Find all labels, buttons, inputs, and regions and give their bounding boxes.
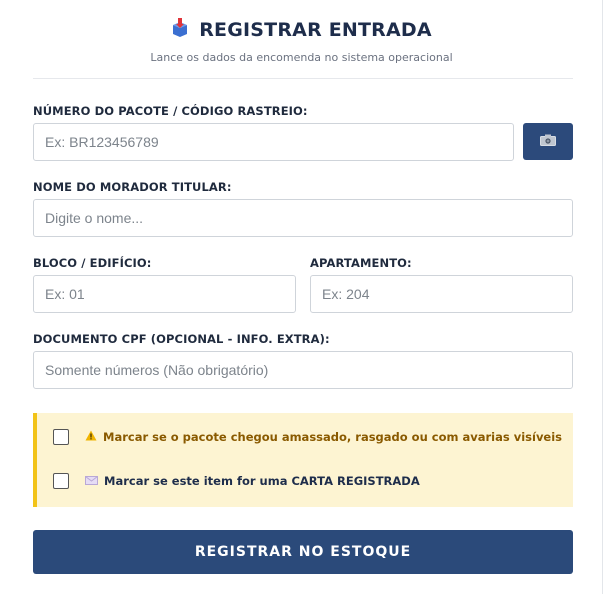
header: REGISTRAR ENTRADA bbox=[0, 18, 603, 42]
damaged-option: Marcar se o pacote chegou amassado, rasg… bbox=[53, 429, 562, 445]
options-box: Marcar se o pacote chegou amassado, rasg… bbox=[33, 413, 573, 507]
tracking-label: NÚMERO DO PACOTE / CÓDIGO RASTREIO: bbox=[33, 104, 308, 118]
cpf-input[interactable] bbox=[33, 351, 573, 389]
apartment-input[interactable] bbox=[310, 275, 573, 313]
resident-label: NOME DO MORADOR TITULAR: bbox=[33, 180, 232, 194]
tracking-input[interactable] bbox=[33, 123, 514, 161]
apartment-label: APARTAMENTO: bbox=[310, 256, 412, 270]
block-input[interactable] bbox=[33, 275, 296, 313]
page-subtitle: Lance os dados da encomenda no sistema o… bbox=[150, 51, 453, 64]
registered-letter-text: Marcar se este item for uma CARTA REGIST… bbox=[104, 474, 420, 488]
resident-name-input[interactable] bbox=[33, 199, 573, 237]
scan-camera-button[interactable] bbox=[523, 123, 573, 160]
damaged-checkbox[interactable] bbox=[53, 429, 69, 445]
divider bbox=[33, 78, 573, 79]
register-submit-button[interactable]: REGISTRAR NO ESTOQUE bbox=[33, 530, 573, 574]
warning-icon bbox=[85, 430, 97, 444]
registered-letter-option: Marcar se este item for uma CARTA REGIST… bbox=[53, 473, 420, 489]
damaged-text: Marcar se o pacote chegou amassado, rasg… bbox=[103, 430, 563, 444]
envelope-icon bbox=[85, 474, 98, 488]
registered-letter-checkbox[interactable] bbox=[53, 473, 69, 489]
camera-icon bbox=[540, 134, 556, 149]
damaged-label[interactable]: Marcar se o pacote chegou amassado, rasg… bbox=[85, 430, 562, 444]
page-title: REGISTRAR ENTRADA bbox=[199, 19, 432, 41]
block-label: BLOCO / EDIFÍCIO: bbox=[33, 256, 152, 270]
registered-letter-label[interactable]: Marcar se este item for uma CARTA REGIST… bbox=[85, 474, 420, 488]
package-icon bbox=[171, 18, 189, 42]
cpf-label: DOCUMENTO CPF (OPCIONAL - INFO. EXTRA): bbox=[33, 332, 330, 346]
register-card: REGISTRAR ENTRADA Lance os dados da enco… bbox=[0, 0, 603, 594]
